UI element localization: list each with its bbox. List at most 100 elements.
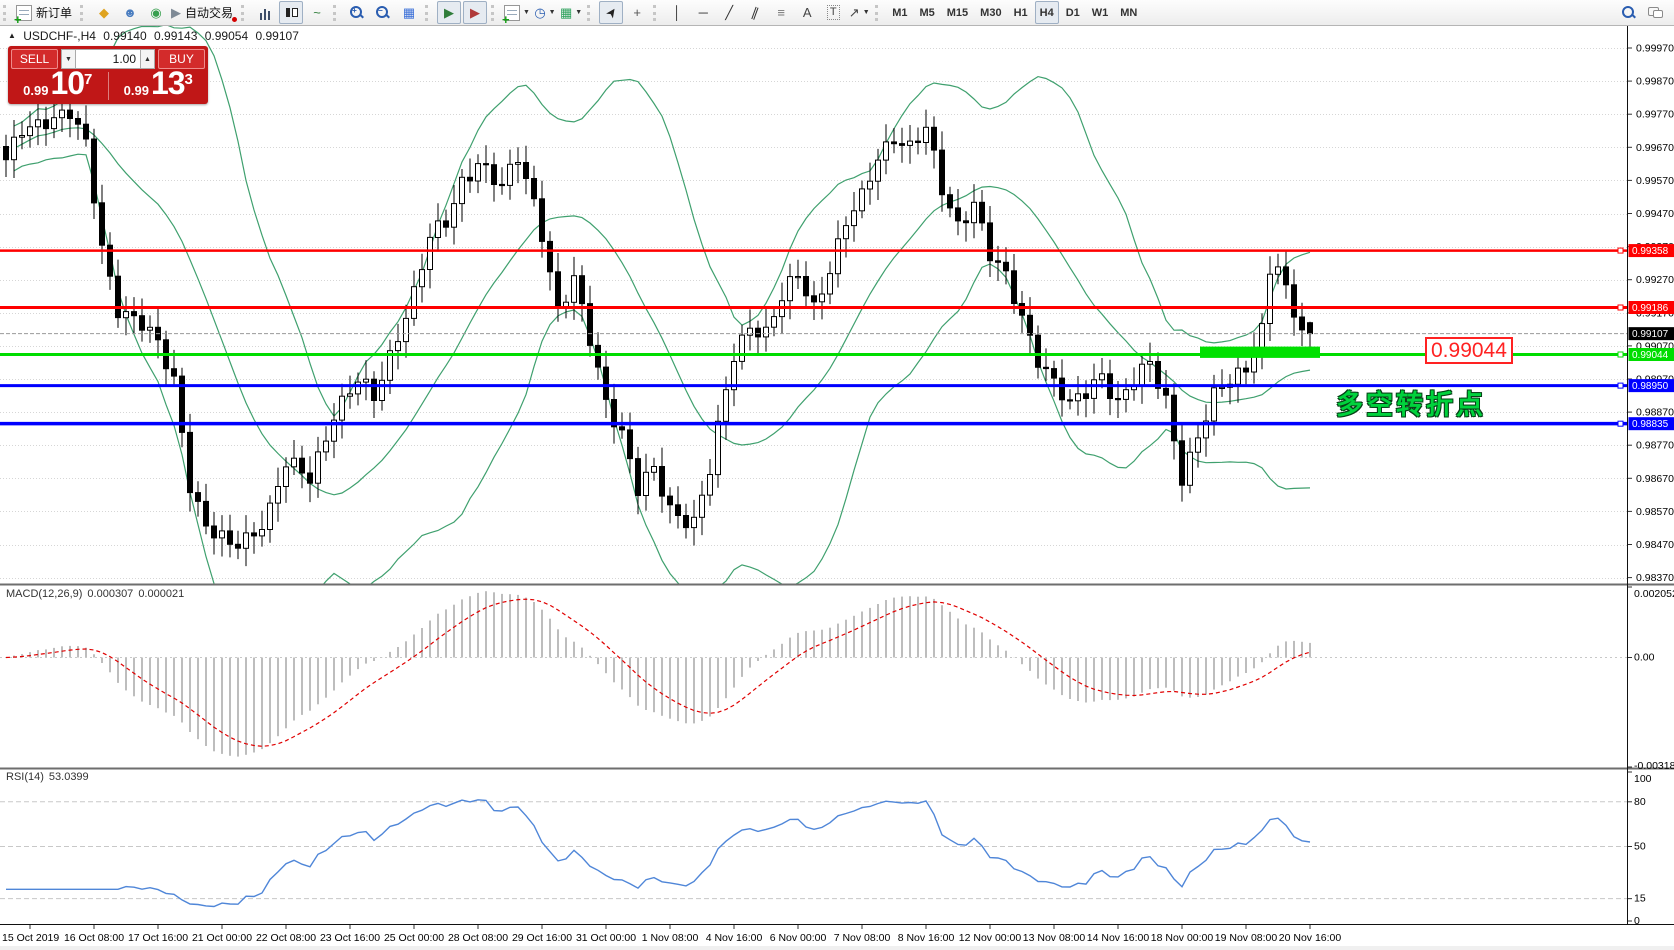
chart-title: ▲ USDCHF-,H4 0.99140 0.99143 0.99054 0.9… — [8, 29, 303, 43]
equidistant-channel-button[interactable]: ∥ — [743, 1, 767, 24]
autotrading-button[interactable]: ▶自动交易 — [170, 1, 237, 24]
svg-text:18 Nov 00:00: 18 Nov 00:00 — [1151, 932, 1214, 944]
search-icon — [1622, 6, 1636, 20]
tf-m30-button[interactable]: M30 — [975, 1, 1006, 24]
signals-button[interactable]: ◉ — [144, 1, 168, 24]
clock-icon: ◷ — [534, 6, 545, 19]
svg-text:14 Nov 16:00: 14 Nov 16:00 — [1087, 932, 1150, 944]
svg-text:0.002052: 0.002052 — [1634, 588, 1674, 600]
tf-h4-button[interactable]: H4 — [1035, 1, 1059, 24]
insert-group: +▼◷▼▦▼ — [488, 0, 584, 25]
collapse-panel-icon[interactable]: ▲ — [8, 31, 16, 40]
svg-text:7 Nov 08:00: 7 Nov 08:00 — [834, 932, 891, 944]
svg-text:0.98570: 0.98570 — [1636, 506, 1674, 518]
fibonacci-button[interactable]: ≡ — [769, 1, 793, 24]
candlestick-icon — [284, 6, 298, 20]
tf-w1-button[interactable]: W1 — [1087, 1, 1114, 24]
text-button[interactable]: A — [795, 1, 819, 24]
svg-text:-0.003187: -0.003187 — [1634, 760, 1674, 772]
zoom-out-icon: − — [376, 6, 390, 20]
one-click-trading-panel: SELL ▼ ▲ BUY 0.99107 0.99133 — [8, 46, 208, 104]
svg-text:15 Oct 2019: 15 Oct 2019 — [2, 932, 59, 944]
cursor-group: ➤+ — [584, 0, 650, 25]
volume-input[interactable] — [76, 49, 140, 69]
autotrading-disabled-dot — [232, 17, 237, 22]
metaeditor-icon: ◆ — [99, 6, 109, 19]
tf-d1-button[interactable]: D1 — [1061, 1, 1085, 24]
arrows-button[interactable]: ↗▼ — [847, 1, 871, 24]
svg-text:8 Nov 16:00: 8 Nov 16:00 — [898, 932, 955, 944]
text-label-icon: T — [827, 5, 840, 20]
toolbar-grip — [653, 5, 660, 21]
turning-point-annotation[interactable]: 多空转折点 — [1336, 383, 1486, 422]
chart-canvas[interactable]: 0.999700.998700.997700.996700.995700.994… — [0, 0, 1674, 950]
line-chart-button[interactable]: ~ — [305, 1, 329, 24]
svg-text:13 Nov 08:00: 13 Nov 08:00 — [1023, 932, 1086, 944]
new-order-icon: + — [16, 5, 32, 21]
tf-mn-button[interactable]: MN — [1115, 1, 1142, 24]
zoom-out-button[interactable]: − — [371, 1, 395, 24]
svg-text:23 Oct 16:00: 23 Oct 16:00 — [320, 932, 380, 944]
svg-text:17 Oct 16:00: 17 Oct 16:00 — [128, 932, 188, 944]
new-order-button[interactable]: +新订单 — [15, 1, 76, 24]
svg-text:0.99970: 0.99970 — [1636, 43, 1674, 55]
svg-text:12 Nov 00:00: 12 Nov 00:00 — [959, 932, 1022, 944]
toolbar-grip — [875, 5, 882, 21]
horizontal-line-button[interactable]: ─ — [691, 1, 715, 24]
svg-text:100: 100 — [1634, 773, 1652, 785]
svg-text:22 Oct 08:00: 22 Oct 08:00 — [256, 932, 316, 944]
svg-text:20 Nov 16:00: 20 Nov 16:00 — [1279, 932, 1342, 944]
search-button[interactable] — [1617, 1, 1641, 24]
text-label-button[interactable]: T — [821, 1, 845, 24]
buy-price-display[interactable]: 0.99133 — [109, 70, 209, 102]
indicators-button[interactable]: +▼ — [503, 1, 531, 24]
metaeditor-button[interactable]: ◆ — [92, 1, 116, 24]
tf-m15-button[interactable]: M15 — [942, 1, 973, 24]
cursor-button[interactable]: ➤ — [599, 1, 623, 24]
tf-m5-button[interactable]: M5 — [914, 1, 939, 24]
zoom-in-button[interactable]: + — [345, 1, 369, 24]
svg-text:0.00: 0.00 — [1634, 652, 1655, 664]
low-value: 0.99054 — [205, 29, 248, 43]
chart-shift-button[interactable]: ▶ — [463, 1, 487, 24]
auto-scroll-icon: ▶ — [444, 6, 454, 19]
zoom-in-icon: + — [350, 6, 364, 20]
tf-m1-button[interactable]: M1 — [887, 1, 912, 24]
cursor-icon: ➤ — [603, 4, 620, 20]
sell-price-display[interactable]: 0.99107 — [8, 70, 108, 102]
chart-type-group: ~ — [238, 0, 330, 25]
dropdown-caret-icon: ▼ — [575, 9, 582, 16]
vertical-line-icon: │ — [673, 6, 681, 19]
templates-button[interactable]: ▦▼ — [559, 1, 583, 24]
channel-icon: ∥ — [750, 5, 761, 19]
timeframe-group: M1M5M15M30H1H4D1W1MN — [872, 0, 1143, 25]
high-value: 0.99143 — [154, 29, 197, 43]
tf-h1-button[interactable]: H1 — [1009, 1, 1033, 24]
tile-windows-button[interactable]: ▦ — [397, 1, 421, 24]
trendline-button[interactable]: ╱ — [717, 1, 741, 24]
bar-chart-button[interactable] — [253, 1, 277, 24]
scroll-group: ▶▶ — [422, 0, 488, 25]
candlestick-chart-button[interactable] — [279, 1, 303, 24]
arrows-icon: ↗ — [849, 6, 860, 19]
chart-shift-icon: ▶ — [470, 6, 480, 19]
svg-text:1 Nov 08:00: 1 Nov 08:00 — [642, 932, 699, 944]
price-callout-label[interactable]: 0.99044 — [1425, 337, 1513, 364]
svg-text:6 Nov 00:00: 6 Nov 00:00 — [770, 932, 827, 944]
chat-button[interactable] — [1643, 1, 1667, 24]
crosshair-button[interactable]: + — [625, 1, 649, 24]
profile-icon: ☻ — [123, 6, 137, 19]
indicators-icon: + — [504, 5, 520, 21]
vertical-line-button[interactable]: │ — [665, 1, 689, 24]
market-profile-button[interactable]: ☻ — [118, 1, 142, 24]
rsi-indicator-label: RSI(14)53.0399 — [6, 771, 94, 783]
svg-text:4 Nov 16:00: 4 Nov 16:00 — [706, 932, 763, 944]
svg-text:0.98670: 0.98670 — [1636, 473, 1674, 485]
auto-scroll-button[interactable]: ▶ — [437, 1, 461, 24]
svg-text:19 Nov 08:00: 19 Nov 08:00 — [1215, 932, 1278, 944]
bar-chart-icon — [259, 6, 271, 20]
periods-button[interactable]: ◷▼ — [533, 1, 557, 24]
signal-icon: ◉ — [150, 6, 161, 19]
main-toolbar: +新订单◆☻◉▶自动交易~+−▦▶▶+▼◷▼▦▼➤+│─╱∥≡AT↗▼M1M5M… — [0, 0, 1674, 26]
mt4-terminal: { "toolbar": { "groups": [ {"name":"trad… — [0, 0, 1674, 950]
